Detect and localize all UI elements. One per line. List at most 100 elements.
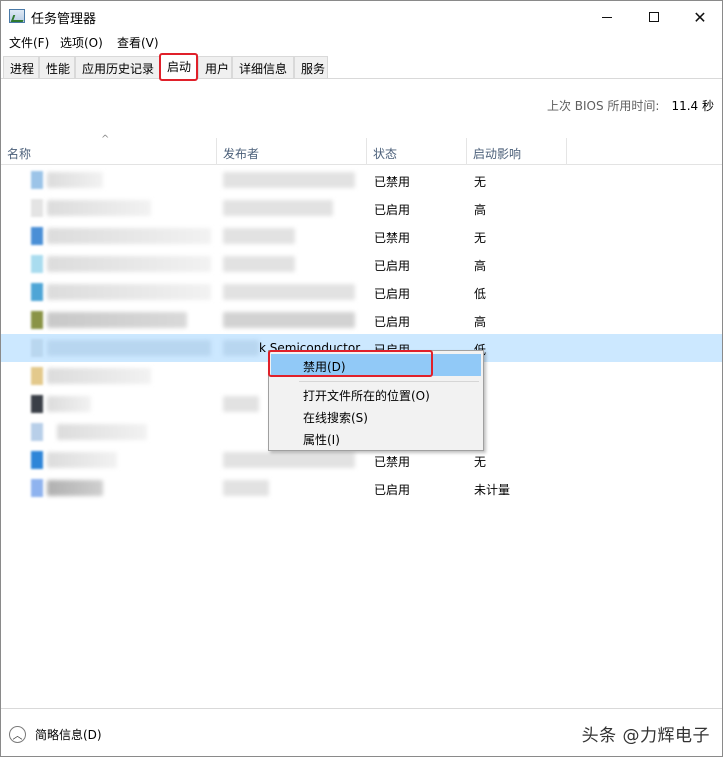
minimize-icon bbox=[602, 16, 612, 18]
blurred-publisher bbox=[223, 480, 269, 496]
fewer-details-toggle[interactable]: 简略信息(D) bbox=[35, 726, 102, 743]
row-status: 已禁用 bbox=[374, 175, 411, 189]
blurred-name bbox=[57, 424, 147, 440]
task-manager-app-icon bbox=[9, 9, 25, 23]
row-impact: 高 bbox=[474, 315, 487, 329]
maximize-icon bbox=[649, 12, 659, 22]
row-impact: 无 bbox=[474, 231, 487, 245]
blurred-publisher bbox=[223, 396, 259, 412]
window-title: 任务管理器 bbox=[31, 12, 97, 27]
app-icon bbox=[31, 171, 43, 189]
minimize-button[interactable] bbox=[584, 1, 630, 33]
blurred-name bbox=[47, 368, 151, 384]
row-status: 已禁用 bbox=[374, 455, 411, 469]
app-icon bbox=[31, 227, 43, 245]
close-button[interactable]: ✕ bbox=[677, 1, 723, 33]
row-status: 已启用 bbox=[374, 203, 411, 217]
app-icon bbox=[31, 255, 43, 273]
close-icon: ✕ bbox=[693, 7, 707, 27]
blurred-publisher bbox=[223, 284, 355, 300]
table-row[interactable]: 已禁用 无 bbox=[1, 166, 722, 194]
row-status: 已启用 bbox=[374, 483, 411, 497]
tab-performance[interactable]: 性能 bbox=[39, 56, 75, 78]
tab-users[interactable]: 用户 bbox=[198, 56, 232, 78]
column-publisher[interactable]: 发布者 bbox=[217, 138, 367, 165]
app-icon bbox=[31, 283, 43, 301]
tab-strip: 进程 性能 应用历史记录 启动 用户 详细信息 服务 bbox=[1, 54, 722, 79]
row-impact: 高 bbox=[474, 203, 487, 217]
blurred-publisher bbox=[223, 200, 333, 216]
column-status-label: 状态 bbox=[373, 147, 398, 161]
app-icon bbox=[31, 311, 43, 329]
app-icon bbox=[31, 395, 43, 413]
blurred-publisher bbox=[223, 172, 355, 188]
menu-options[interactable]: 选项(O) bbox=[60, 34, 103, 51]
blurred-name bbox=[47, 312, 187, 328]
blurred-name bbox=[47, 256, 211, 272]
menu-bar: 文件(F) 选项(O) 查看(V) bbox=[1, 33, 722, 53]
sort-ascending-icon: ^ bbox=[101, 134, 110, 145]
task-manager-window: 任务管理器 ✕ 文件(F) 选项(O) 查看(V) 进程 性能 应用历史记录 启… bbox=[0, 0, 723, 757]
blurred-name bbox=[47, 172, 103, 188]
blurred-name bbox=[47, 340, 211, 356]
row-status: 已启用 bbox=[374, 259, 411, 273]
blurred-publisher bbox=[223, 452, 355, 468]
blurred-publisher bbox=[223, 340, 259, 356]
app-icon bbox=[31, 339, 43, 357]
blurred-name bbox=[47, 228, 211, 244]
watermark-text: 头条 @力辉电子 bbox=[581, 726, 710, 746]
context-menu-open-file-location[interactable]: 打开文件所在的位置(O) bbox=[271, 383, 481, 405]
blurred-name bbox=[47, 396, 91, 412]
context-menu-disable[interactable]: 禁用(D) bbox=[271, 354, 481, 376]
table-row[interactable]: 已禁用 无 bbox=[1, 222, 722, 250]
row-impact: 无 bbox=[474, 175, 487, 189]
bios-time-value: 11.4 秒 bbox=[671, 99, 714, 113]
context-menu-separator bbox=[299, 381, 479, 382]
blurred-publisher bbox=[223, 256, 295, 272]
column-name[interactable]: ^ 名称 bbox=[1, 134, 217, 165]
row-impact: 无 bbox=[474, 455, 487, 469]
maximize-button[interactable] bbox=[631, 1, 677, 33]
context-menu: 禁用(D) 打开文件所在的位置(O) 在线搜索(S) 属性(I) bbox=[268, 350, 484, 451]
tab-processes[interactable]: 进程 bbox=[3, 56, 39, 78]
blurred-publisher bbox=[223, 312, 355, 328]
row-status: 已禁用 bbox=[374, 231, 411, 245]
app-icon bbox=[31, 451, 43, 469]
table-row[interactable]: 已启用 高 bbox=[1, 250, 722, 278]
blurred-publisher bbox=[223, 228, 295, 244]
title-bar: 任务管理器 ✕ bbox=[1, 1, 722, 33]
row-status: 已启用 bbox=[374, 315, 411, 329]
context-menu-search-online[interactable]: 在线搜索(S) bbox=[271, 405, 481, 427]
row-impact: 未计量 bbox=[474, 483, 511, 497]
blurred-name bbox=[47, 480, 103, 496]
tab-startup[interactable]: 启动 bbox=[160, 54, 198, 79]
row-impact: 低 bbox=[474, 287, 487, 301]
app-icon bbox=[31, 479, 43, 497]
column-impact[interactable]: 启动影响 bbox=[467, 138, 567, 165]
column-name-label: 名称 bbox=[7, 147, 32, 161]
row-status: 已启用 bbox=[374, 287, 411, 301]
app-icon bbox=[31, 423, 43, 441]
bios-time: 上次 BIOS 所用时间: 11.4 秒 bbox=[547, 97, 714, 114]
table-row[interactable]: 已启用 高 bbox=[1, 306, 722, 334]
menu-file[interactable]: 文件(F) bbox=[9, 34, 49, 51]
table-row[interactable]: 已启用 低 bbox=[1, 278, 722, 306]
table-row[interactable]: 已启用 未计量 bbox=[1, 474, 722, 502]
table-row[interactable]: 已启用 高 bbox=[1, 194, 722, 222]
bios-time-label: 上次 BIOS 所用时间: bbox=[546, 99, 660, 113]
blurred-name bbox=[47, 284, 211, 300]
blurred-name bbox=[47, 452, 117, 468]
footer: ︿ 简略信息(D) 头条 @力辉电子 bbox=[1, 708, 722, 756]
tab-details[interactable]: 详细信息 bbox=[232, 56, 294, 78]
tab-services[interactable]: 服务 bbox=[294, 56, 328, 78]
column-status[interactable]: 状态 bbox=[367, 138, 467, 165]
tab-app-history[interactable]: 应用历史记录 bbox=[75, 56, 160, 78]
app-icon bbox=[31, 367, 43, 385]
column-publisher-label: 发布者 bbox=[223, 147, 260, 161]
column-header-row: ^ 名称 发布者 状态 启动影响 bbox=[1, 134, 722, 165]
column-impact-label: 启动影响 bbox=[473, 147, 522, 161]
context-menu-properties[interactable]: 属性(I) bbox=[271, 427, 481, 449]
menu-view[interactable]: 查看(V) bbox=[117, 34, 159, 51]
chevron-up-icon[interactable]: ︿ bbox=[9, 726, 26, 743]
app-icon bbox=[31, 199, 43, 217]
